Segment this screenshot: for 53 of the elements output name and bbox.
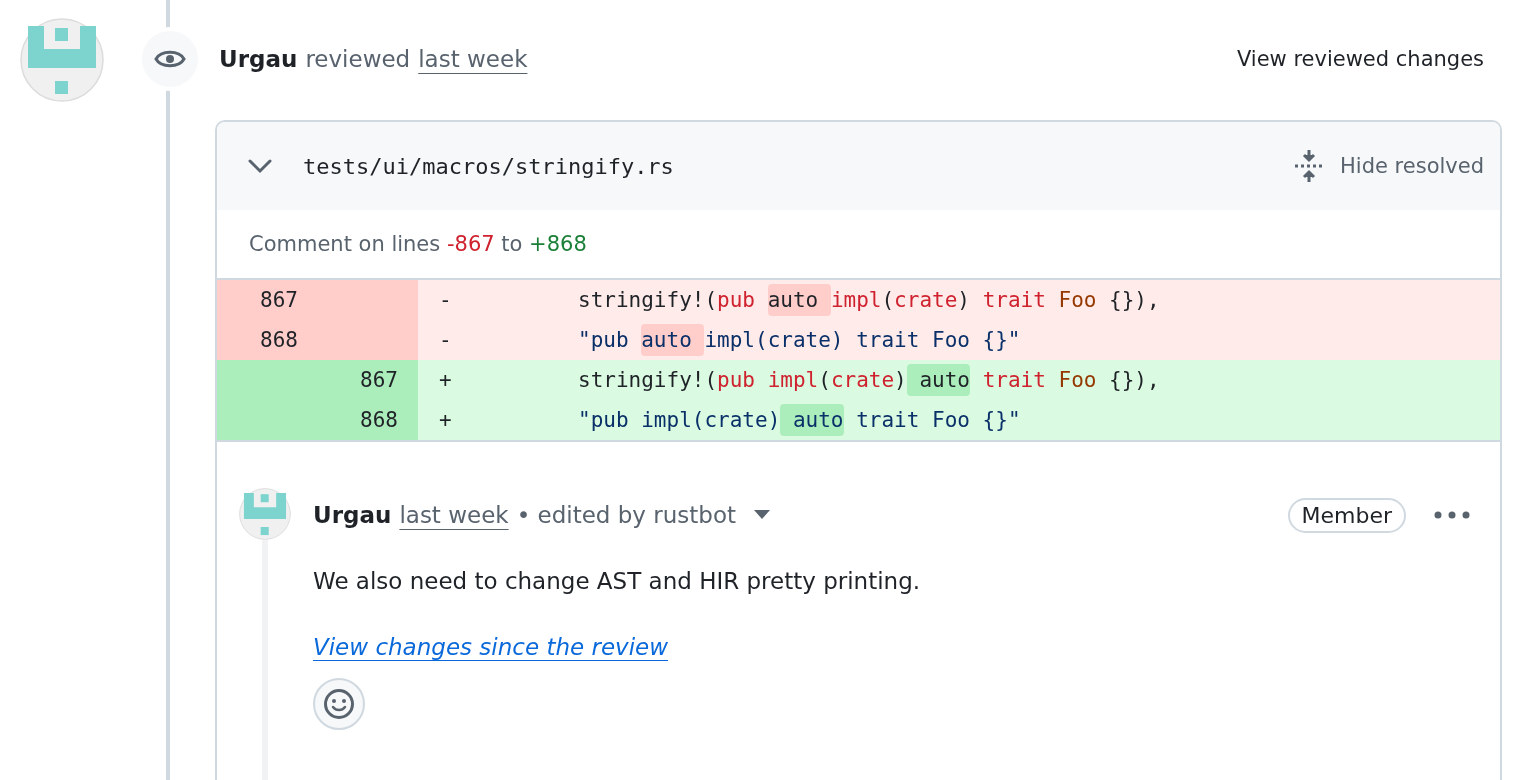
diff-sign: + xyxy=(439,408,453,432)
changed-code: auto xyxy=(767,284,831,316)
line-number: 868 xyxy=(259,327,298,354)
line-number: 867 xyxy=(259,287,298,314)
code-token: stringify!( xyxy=(578,367,718,394)
code-token: ) xyxy=(894,367,907,394)
caret-icon[interactable] xyxy=(753,510,770,520)
ellipsis-icon xyxy=(1434,511,1470,519)
review-time-link[interactable]: last week xyxy=(418,46,528,72)
code-token: stringify!( xyxy=(578,287,718,314)
comment-range: Comment on lines -867 to +868 xyxy=(249,232,587,256)
changed-code: auto xyxy=(780,404,844,436)
edited-by-text[interactable]: • edited by rustbot xyxy=(516,502,736,528)
member-badge: Member xyxy=(1287,497,1406,533)
changed-code: auto xyxy=(641,324,705,356)
code-token: trait xyxy=(981,367,1047,394)
changed-code: auto xyxy=(906,364,970,396)
code-token: pub xyxy=(717,287,756,314)
code-token: Foo xyxy=(1058,287,1097,314)
view-changes-link[interactable]: View changes since the review xyxy=(313,634,669,660)
hide-resolved-button[interactable]: Hide resolved xyxy=(1294,149,1484,183)
code-token: "pub impl(crate) xyxy=(578,407,781,434)
add-reaction-button[interactable] xyxy=(313,678,365,730)
collapse-icon xyxy=(1294,149,1325,183)
code-token: Foo xyxy=(1058,367,1097,394)
code-token: impl xyxy=(767,367,819,394)
line-number: 867 xyxy=(359,367,398,394)
code-token: "pub xyxy=(578,327,630,354)
code-token: ) xyxy=(957,287,971,314)
code-token: ( xyxy=(818,367,831,394)
reviewer-name[interactable]: Urgau xyxy=(219,46,298,72)
code-token: trait Foo {}" xyxy=(855,407,1021,434)
code-token: impl(crate) trait Foo {}" xyxy=(704,327,1021,354)
code-token: trait xyxy=(982,287,1047,314)
code-token: ( xyxy=(881,287,895,314)
smiley-icon xyxy=(323,688,355,720)
diff-sign: - xyxy=(439,328,453,352)
commenter-name[interactable]: Urgau xyxy=(313,502,392,528)
chevron-icon[interactable] xyxy=(247,158,273,174)
comment-body: We also need to change AST and HIR pretty printing. xyxy=(313,568,922,594)
code-token: pub xyxy=(717,367,756,394)
comment-time-link[interactable]: last week xyxy=(399,502,509,528)
line-number: 868 xyxy=(359,407,398,434)
code-token: {}), xyxy=(1108,287,1160,314)
diff-sign: - xyxy=(439,288,453,312)
view-reviewed-changes-button[interactable]: View reviewed changes xyxy=(1236,47,1502,71)
review-action: reviewed xyxy=(305,46,411,72)
diff-sign: + xyxy=(439,368,453,392)
code-token: impl xyxy=(830,287,882,314)
file-path[interactable]: tests/ui/macros/stringify.rs xyxy=(303,153,674,179)
code-token: {}), xyxy=(1108,367,1160,394)
code-token: crate xyxy=(830,367,895,394)
code-token: crate xyxy=(894,287,958,314)
